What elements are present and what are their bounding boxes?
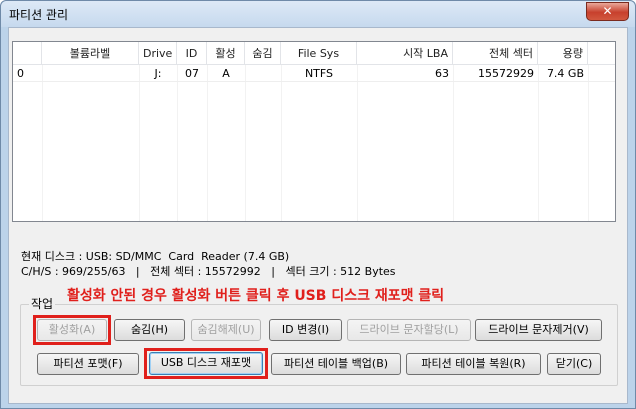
table-row[interactable]: 0 J: 07 A NTFS 63 15572929 7.4 GB (13, 65, 615, 82)
backup-partition-table-button[interactable]: 파티션 테이블 백업(B) (271, 353, 401, 375)
reformat-highlight-box (144, 348, 268, 379)
partition-list-header: 볼륨라벨 Drive ID 활성 숨김 File Sys 시작 LBA 전체 섹… (13, 42, 615, 65)
assign-drive-letter-button[interactable]: 드라이브 문자할당(L) (347, 319, 471, 341)
column-divider (588, 65, 589, 221)
restore-partition-table-button[interactable]: 파티션 테이블 복원(R) (406, 353, 541, 375)
unhide-button[interactable]: 숨김해제(U) (191, 319, 261, 341)
cell-id: 07 (185, 67, 199, 80)
column-divider (538, 65, 539, 221)
change-id-button[interactable]: ID 변경(I) (269, 319, 342, 341)
disk-geometry-info: C/H/S : 969/255/63 | 전체 섹터 : 15572992 | … (21, 265, 396, 278)
cell-active: A (222, 67, 230, 80)
column-header-index[interactable] (13, 42, 42, 65)
cell-size: 7.4 GB (546, 67, 584, 80)
cell-file-system: NTFS (304, 67, 334, 80)
close-button[interactable]: 닫기(C) (547, 353, 601, 375)
cell-drive: J: (154, 67, 162, 80)
column-header-total-sectors[interactable]: 전체 섹터 (453, 42, 538, 65)
cell-hidden (245, 65, 281, 82)
window-close-button[interactable]: ✕ (586, 2, 629, 21)
cell-total-sectors: 15572929 (478, 67, 534, 80)
column-divider (207, 65, 208, 221)
column-divider (139, 65, 140, 221)
window-title: 파티션 관리 (9, 8, 69, 22)
actions-group-label: 작업 (29, 295, 56, 312)
column-divider (42, 65, 43, 221)
column-header-start-lba[interactable]: 시작 LBA (357, 42, 453, 65)
current-disk-info: 현재 디스크 : USB: SD/MMC Card Reader (7.4 GB… (21, 250, 290, 263)
column-header-size[interactable]: 용량 (538, 42, 588, 65)
column-divider (177, 65, 178, 221)
cell-index: 0 (17, 67, 24, 80)
column-divider (281, 65, 282, 221)
partition-list[interactable]: 볼륨라벨 Drive ID 활성 숨김 File Sys 시작 LBA 전체 섹… (12, 41, 616, 222)
cell-volume-label (42, 65, 139, 82)
hide-button[interactable]: 숨김(H) (114, 319, 185, 341)
column-divider (245, 65, 246, 221)
column-header-hidden[interactable]: 숨김 (245, 42, 281, 65)
title-bar[interactable]: 파티션 관리 ✕ (1, 1, 635, 27)
cell-start-lba: 63 (435, 67, 449, 80)
column-header-active[interactable]: 활성 (207, 42, 245, 65)
column-divider (357, 65, 358, 221)
column-header-file-system[interactable]: File Sys (281, 42, 357, 65)
column-header-id[interactable]: ID (177, 42, 207, 65)
column-divider (453, 65, 454, 221)
remove-drive-letter-button[interactable]: 드라이브 문자제거(V) (475, 319, 602, 341)
activate-highlight-box (33, 315, 111, 345)
column-header-drive[interactable]: Drive (139, 42, 177, 65)
partition-manager-window: 파티션 관리 ✕ 볼륨라벨 Drive ID 활성 숨김 File Sys 시작… (0, 0, 636, 409)
instruction-notice: 활성화 안된 경우 활성화 버튼 클릭 후 USB 디스크 재포맷 클릭 (67, 288, 445, 304)
column-header-volume-label[interactable]: 볼륨라벨 (42, 42, 139, 65)
format-partition-button[interactable]: 파티션 포맷(F) (37, 353, 139, 375)
